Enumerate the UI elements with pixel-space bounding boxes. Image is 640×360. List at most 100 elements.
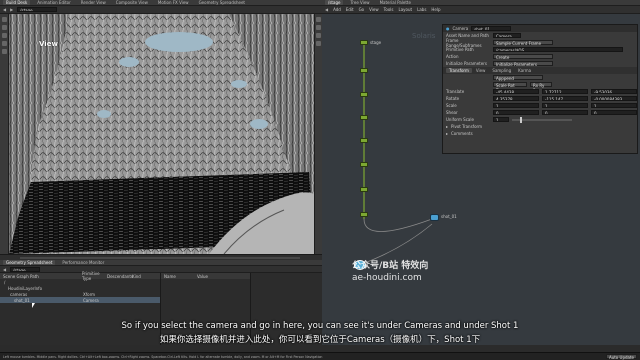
tab-stage[interactable]: /stage (325, 0, 344, 5)
vector-row: Scale 1 1 1 (443, 102, 637, 109)
display-option-icon[interactable] (316, 33, 321, 38)
vector-y-field[interactable]: -115.147 (542, 96, 588, 101)
vector-y-field[interactable]: 0 (542, 110, 588, 115)
param-row: Apppend (443, 74, 637, 81)
tab-render-view[interactable]: Render View (78, 0, 109, 5)
column-header: Primitive Type (82, 271, 100, 281)
handle-tool-icon[interactable] (2, 49, 7, 54)
vector-z-field[interactable]: -9.53036 (591, 89, 637, 94)
xform-order-dropdown[interactable]: Scale Rot Trans (493, 82, 527, 93)
display-option-icon[interactable] (316, 25, 321, 30)
tree-row-selected[interactable]: shot_01 Camera (0, 297, 160, 303)
folder-label: Comments (451, 131, 473, 136)
tree-row-path: cameras (10, 291, 28, 297)
menu-add[interactable]: Add (333, 7, 341, 12)
network-node-label: stage (370, 40, 382, 45)
vector-z-field[interactable]: 0 (591, 110, 637, 115)
network-node[interactable] (360, 162, 368, 167)
tab-transform[interactable]: Transform (446, 68, 472, 73)
tab-karma[interactable]: Karma (515, 68, 534, 73)
param-row: Initialize Parameters Initialize Paramet… (443, 60, 637, 67)
network-node[interactable] (360, 40, 368, 45)
param-label: Initialize Parameters (446, 61, 487, 66)
folder-row[interactable]: ▸ Comments (443, 130, 637, 137)
network-node[interactable] (360, 138, 368, 143)
tab-geo-spreadsheet[interactable]: Geometry Spreadsheet (3, 260, 56, 265)
viewport-path-field[interactable]: /stage (17, 7, 58, 12)
auto-update-button[interactable]: Auto Update (605, 354, 637, 360)
slider-handle[interactable] (520, 116, 522, 123)
network-node[interactable] (360, 68, 368, 73)
select-tool-icon[interactable] (2, 17, 7, 22)
vector-x-field[interactable]: 1 (493, 103, 539, 108)
back-arrow-icon[interactable]: ◀ (325, 7, 328, 12)
tree-row-path: HoudiniLayerInfo (8, 285, 43, 291)
vector-x-field[interactable]: 4.35378 (493, 96, 539, 101)
vector-x-field[interactable]: 0 (493, 110, 539, 115)
display-option-icon[interactable] (316, 41, 321, 46)
tab-animation-editor[interactable]: Animation Editor (34, 0, 74, 5)
node-name-field[interactable]: shot_01 (471, 26, 512, 31)
timeline-track[interactable] (20, 257, 300, 259)
menu-tools[interactable]: Tools (384, 7, 394, 12)
menu-view[interactable]: View (369, 7, 379, 12)
xform-mode-dropdown[interactable]: Apppend (493, 75, 543, 81)
status-text: Left mouse tumbles. Middle pans. Right d… (3, 355, 323, 359)
param-dropdown[interactable]: Create (493, 54, 553, 60)
uniform-scale-field[interactable]: 1 (493, 117, 509, 122)
spreadsheet-path-field[interactable]: /stage (10, 266, 41, 272)
left-path-bar: ◀ ▶ /stage (0, 6, 322, 14)
watermark-line1: 公众号/B站 特效向 (352, 261, 429, 271)
network-node[interactable] (360, 187, 368, 192)
3d-viewport[interactable]: View (9, 14, 314, 254)
folder-arrow-icon: ▸ (446, 124, 449, 129)
vector-z-field[interactable]: -0.000084383 (591, 96, 637, 101)
rot-order-dropdown[interactable]: Rx Ry Rz (530, 82, 552, 93)
vector-y-field[interactable]: 1.72712 (542, 89, 588, 94)
uniform-scale-slider[interactable] (512, 116, 572, 123)
network-node[interactable] (360, 212, 368, 217)
menu-edit[interactable]: Edit (346, 7, 354, 12)
vector-x-field[interactable]: -45.4438 (493, 89, 539, 94)
rotate-tool-icon[interactable] (2, 33, 7, 38)
tab-geometry-spreadsheet[interactable]: Geometry Spreadsheet (196, 0, 248, 5)
folder-row[interactable]: ▸ Pivot Transform (443, 123, 637, 130)
tab-tree-view[interactable]: Tree View (347, 0, 372, 5)
column-header: Value (197, 273, 208, 279)
transform-tool-icon[interactable] (2, 25, 7, 30)
param-value[interactable]: Camera (493, 33, 521, 38)
tab-sampling[interactable]: Sampling (489, 68, 514, 73)
tree-row-type: Camera (83, 297, 99, 303)
tab-performance-monitor[interactable]: Performance Monitor (59, 260, 107, 265)
param-value[interactable]: /cameras/$OS (493, 47, 623, 52)
scale-tool-icon[interactable] (2, 41, 7, 46)
viewport-camera-label: View (39, 40, 58, 48)
back-arrow-icon[interactable]: ◀ (3, 267, 6, 272)
menu-help[interactable]: Help (431, 7, 440, 12)
tab-scene-view[interactable]: Build Desk (3, 0, 31, 5)
param-dropdown[interactable]: Initialize Parameters (493, 61, 553, 67)
vector-y-field[interactable]: 1 (542, 103, 588, 108)
network-node[interactable] (360, 115, 368, 120)
menu-go[interactable]: Go (359, 7, 365, 12)
camera-node[interactable] (430, 214, 439, 221)
subtitle-en: So if you select the camera and go in he… (121, 321, 519, 331)
menu-labs[interactable]: Labs (417, 7, 426, 12)
parameter-panel: ● Camera shot_01 Asset Name and Path Cam… (442, 24, 638, 154)
vector-z-field[interactable]: 1 (591, 103, 637, 108)
tab-composite-view[interactable]: Composite View (113, 0, 151, 5)
column-header: Name (164, 273, 176, 279)
tree-row-path: shot_01 (14, 297, 30, 303)
forward-arrow-icon[interactable]: ▶ (10, 7, 13, 12)
network-node[interactable] (360, 92, 368, 97)
param-row: Primitive Path /cameras/$OS (443, 46, 637, 53)
tab-material-palette[interactable]: Material Palette (377, 0, 414, 5)
menu-layout[interactable]: Layout (398, 7, 412, 12)
tab-motion-fx[interactable]: Motion FX View (155, 0, 192, 5)
param-dropdown[interactable]: Sample Current Frame (493, 40, 553, 46)
param-tabs: Transform View Sampling Karma (443, 67, 637, 74)
column-header: Descendants (107, 273, 133, 279)
tab-view[interactable]: View (473, 68, 489, 73)
back-arrow-icon[interactable]: ◀ (3, 7, 6, 12)
display-option-icon[interactable] (316, 17, 321, 22)
